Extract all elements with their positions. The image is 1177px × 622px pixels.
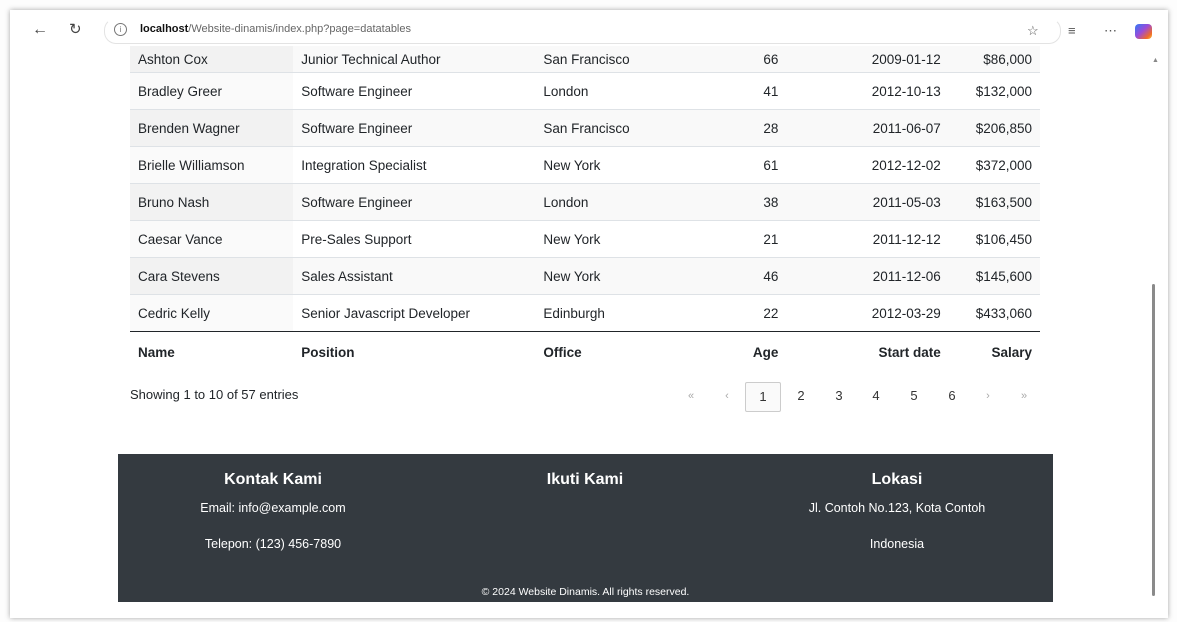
footer-contact-title: Kontak Kami [224,471,322,488]
reload-icon[interactable]: ↻ [69,22,82,38]
cell-office: London [543,83,589,99]
footer-copyright: © 2024 Website Dinamis. All rights reser… [481,586,690,598]
table-row: Brenden Wagner Software Engineer San Franc… [130,109,1040,147]
page-button-4[interactable]: 4 [866,382,886,410]
cell-age: 38 [690,183,827,221]
table-row: Bradley Greer Software Engineer London 41 20… [130,72,1040,110]
cell-position: Pre-Sales Support [301,231,412,247]
page-button-6[interactable]: 6 [942,382,962,410]
table-row: Bruno Nash Software Engineer London 38 2011-… [130,183,1040,221]
table-row: Ashton Cox Junior Technical Author San Fra… [130,46,1040,73]
star-icon[interactable]: ☆ [1027,23,1039,39]
footer-address: Jl. Contoh No.123, Kota Contoh [808,501,986,515]
cell-age: 46 [690,257,827,295]
cell-age: 21 [763,231,779,247]
cell-salary: $132,000 [975,83,1032,99]
cell-office: San Francisco [535,46,691,73]
cell-position: Software Engineer [293,109,536,147]
cell-age: 61 [763,157,779,173]
cell-office: New York [543,231,601,247]
url-host: localhost [140,23,189,35]
cell-salary: $206,850 [948,109,1040,147]
site-footer: Kontak Kami Email: info@example.com Tele… [118,454,1053,602]
column-header-name[interactable]: Name [130,331,294,372]
table-row: Cara Stevens Sales Assistant New York 46 201… [130,257,1040,295]
cell-start: 2012-12-02 [871,157,941,173]
copilot-icon[interactable] [1135,24,1152,39]
cell-start: 2011-12-06 [826,257,949,295]
address-bar: ← ↻ i localhost/Website-dinamis/index.ph… [10,10,1168,46]
datatable: Ashton Cox Junior Technical Author San Fra… [130,46,1040,372]
cell-start: 2012-03-29 [871,305,941,321]
cell-name: Bruno Nash [130,183,294,221]
cell-age: 41 [763,83,779,99]
cell-salary: $372,000 [975,157,1032,173]
cell-start: 2011-05-03 [826,183,949,221]
scroll-up-icon[interactable]: ▲ [1152,57,1159,64]
column-header-position[interactable]: Position [293,331,536,372]
cell-name: Cara Stevens [130,257,294,295]
site-info-icon[interactable]: i [114,23,127,36]
cell-start: 2011-12-12 [872,231,941,247]
next-page-button[interactable]: › [978,382,998,410]
cell-start: 2009-01-12 [826,46,949,73]
column-header-age[interactable]: Age [690,331,827,372]
cell-start: 2011-06-07 [826,109,949,147]
first-page-button[interactable]: « [681,382,701,410]
scrollbar-thumb[interactable] [1152,284,1155,596]
cell-age: 22 [763,305,779,321]
footer-follow-title: Ikuti Kami [546,471,624,488]
cell-position: Junior Technical Author [293,46,536,73]
table-body: Ashton Cox Junior Technical Author San Fra… [130,46,1040,332]
cell-office: New York [535,257,691,295]
column-header-office[interactable]: Office [535,331,691,372]
cell-salary: $145,600 [948,257,1040,295]
cell-office: New York [543,157,601,173]
footer-email: Email: info@example.com [200,501,346,515]
cell-salary: $86,000 [948,46,1040,73]
cell-name: Ashton Cox [130,46,294,73]
cell-name: Brenden Wagner [130,109,294,147]
cell-age: 28 [690,109,827,147]
url-path: /Website-dinamis/index.php?page=datatabl… [188,23,411,35]
cell-office: London [535,183,691,221]
cell-salary: $433,060 [975,305,1032,321]
footer-phone: Telepon: (123) 456-7890 [204,537,342,551]
cell-name: Bradley Greer [130,72,294,110]
page-button-1[interactable]: 1 [745,382,781,412]
column-header-start-date[interactable]: Start date [826,331,949,372]
page-button-3[interactable]: 3 [829,382,849,410]
table-info: Showing 1 to 10 of 57 entries [130,387,299,402]
table-row: Caesar Vance Pre-Sales Support New York 21 2… [130,220,1040,258]
table-row: Cedric Kelly Senior Javascript Developer E… [130,294,1040,332]
cell-name: Brielle Williamson [130,146,294,184]
table-footer-row: Name Position Office Age Start date Sala… [130,331,1040,372]
page-button-2[interactable]: 2 [791,382,811,410]
cell-office: Edinburgh [543,305,605,321]
last-page-button[interactable]: » [1014,382,1034,410]
cell-position: Software Engineer [293,183,536,221]
arrow-left-icon[interactable]: ← [32,22,48,38]
cell-salary: $106,450 [975,231,1032,247]
column-header-salary[interactable]: Salary [948,331,1040,372]
footer-location-title: Lokasi [871,471,923,488]
cell-age: 66 [690,46,827,73]
ellipsis-icon[interactable]: ⋯ [1104,23,1117,39]
cell-position: Senior Javascript Developer [301,305,471,321]
prev-page-button[interactable]: ‹ [717,382,737,410]
cell-salary: $163,500 [948,183,1040,221]
table-row: Brielle Williamson Integration Specialist… [130,146,1040,184]
cell-position: Integration Specialist [301,157,427,173]
page-button-5[interactable]: 5 [904,382,924,410]
footer-country: Indonesia [869,537,925,551]
favorites-list-icon[interactable]: ≡ [1068,23,1076,38]
cell-name: Cedric Kelly [130,294,294,332]
browser-window: ← ↻ i localhost/Website-dinamis/index.ph… [10,10,1168,618]
cell-position: Software Engineer [301,83,413,99]
cell-start: 2012-10-13 [871,83,941,99]
cell-name: Caesar Vance [130,220,294,258]
cell-position: Sales Assistant [293,257,536,295]
cell-office: San Francisco [535,109,691,147]
url-text[interactable]: localhost/Website-dinamis/index.php?page… [140,23,411,35]
